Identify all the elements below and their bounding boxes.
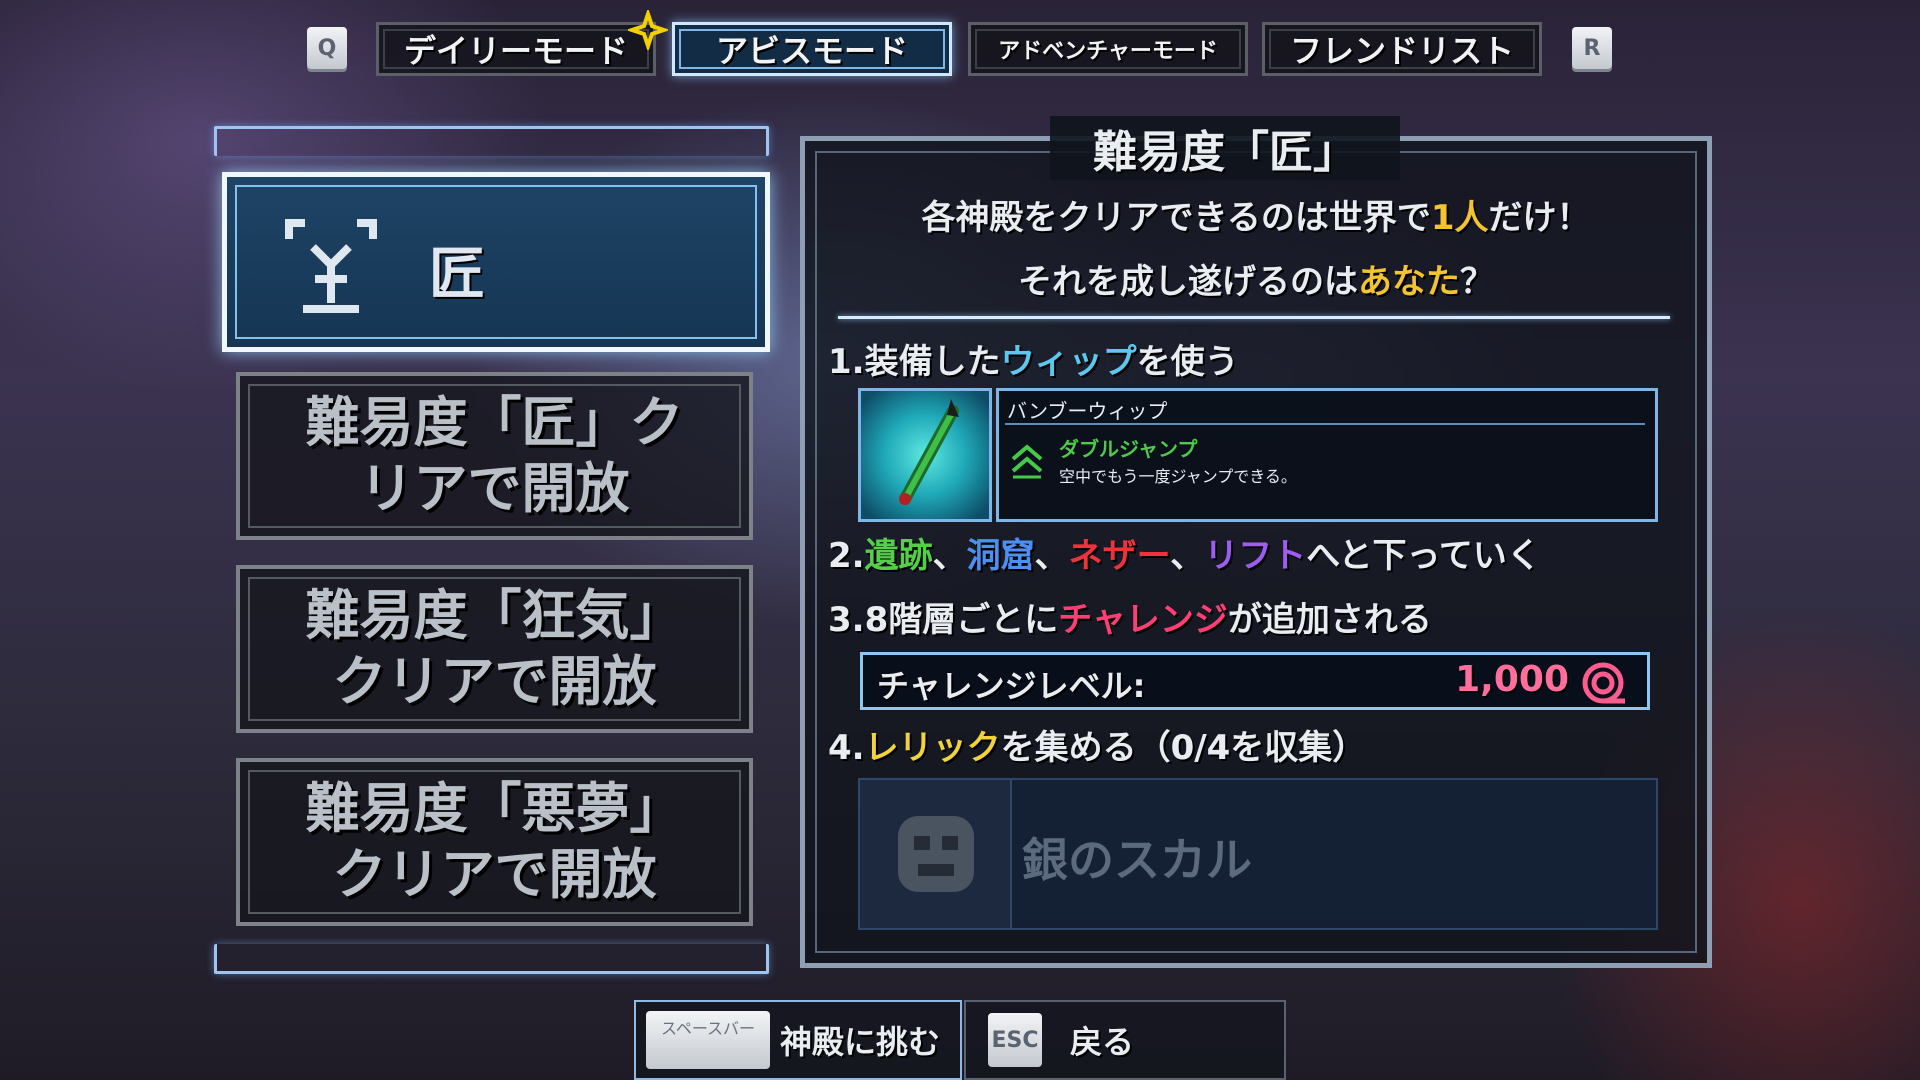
rule-3-text: 8階層ごとに — [864, 600, 1059, 640]
rule-4-number: 4. — [828, 728, 865, 768]
rule-2-rift: リフト — [1204, 536, 1307, 576]
rule-4-tail: を集める（0/4を収集） — [1000, 728, 1367, 768]
relic-name: 銀のスカル — [1022, 833, 1252, 887]
list-top-frame — [214, 126, 769, 156]
difficulty-option-locked-3[interactable]: 難易度「悪夢」 クリアで開放 — [236, 758, 753, 926]
rule-2-separator-3: 、 — [1170, 536, 1205, 576]
rule-1-tail: を使う — [1136, 342, 1239, 382]
rule-1-text: 装備した — [864, 342, 1001, 382]
difficulty-option-locked-2[interactable]: 難易度「狂気」 クリアで開放 — [236, 565, 753, 733]
difficulty-option-selected[interactable]: 匠 — [222, 172, 770, 352]
intro-line-2-text: それを成し遂げるのは — [1018, 262, 1358, 302]
locked-1-line2: リアで開放 — [359, 457, 630, 520]
locked-3-line2: クリアで開放 — [332, 843, 657, 906]
esc-key-hint: ESC — [988, 1013, 1042, 1067]
challenge-level-label: チャレンジレベル: — [877, 667, 1146, 705]
double-jump-icon — [1011, 444, 1043, 479]
skull-relic-icon — [898, 816, 974, 892]
weapon-thumbnail — [858, 388, 992, 522]
tab-friend-list[interactable]: フレンドリスト — [1262, 22, 1542, 76]
rule-4-highlight: レリック — [864, 728, 1001, 768]
rule-2-separator-2: 、 — [1034, 536, 1069, 576]
weapon-info: バンブーウィップ ダブルジャンプ 空中でもう一度ジャンプできる。 — [996, 388, 1658, 522]
weapon-info-divider — [1005, 423, 1645, 425]
intro-line-1: 各神殿をクリアできるのは世界で1人だけ！ — [800, 190, 1712, 239]
rule-2-nether: ネザー — [1068, 536, 1171, 576]
detail-divider — [838, 316, 1670, 319]
locked-1-line1: 難易度「匠」ク — [305, 391, 684, 454]
rule-1-highlight: ウィップ — [1000, 342, 1137, 382]
challenge-swirl-icon — [1582, 662, 1625, 704]
bamboo-whip-icon — [899, 399, 959, 505]
intro-line-1-tail: だけ！ — [1488, 198, 1591, 238]
difficulty-option-locked-1[interactable]: 難易度「匠」ク リアで開放 — [236, 372, 753, 540]
tab-friend-list-label: フレンドリスト — [1289, 32, 1514, 70]
rule-4: 4.レリックを集める（0/4を収集） — [828, 720, 1366, 769]
r-key-hint[interactable]: R — [1572, 27, 1612, 69]
rule-1-number: 1. — [828, 342, 865, 382]
weapon-ability-name: ダブルジャンプ — [1059, 437, 1198, 461]
detail-title: 難易度「匠」 — [1050, 116, 1400, 180]
tab-adventure-mode[interactable]: アドベンチャーモード — [968, 22, 1248, 76]
rule-2-number: 2. — [828, 536, 865, 576]
rule-2-cave: 洞窟 — [966, 536, 1035, 576]
intro-line-1-text: 各神殿をクリアできるのは世界で — [921, 198, 1431, 238]
rule-2-tail: へと下っていく — [1306, 536, 1541, 576]
challenge-level-bar: チャレンジレベル: 1,000 — [860, 652, 1650, 710]
rule-1: 1.装備したウィップを使う — [828, 334, 1239, 383]
difficulty-tier-icon — [285, 219, 377, 313]
back-label: 戻る — [1070, 1023, 1135, 1061]
sparkle-icon — [628, 10, 668, 50]
locked-2-line2: クリアで開放 — [332, 650, 657, 713]
tab-adventure-mode-label: アドベンチャーモード — [998, 39, 1218, 64]
list-bottom-frame — [214, 944, 769, 974]
weapon-ability-description: 空中でもう一度ジャンプできる。 — [1059, 467, 1297, 486]
relic-slot[interactable]: 銀のスカル — [858, 778, 1658, 930]
intro-line-1-highlight: 1人 — [1430, 198, 1489, 238]
rule-2-separator-1: 、 — [932, 536, 967, 576]
challenge-level-value: 1,000 — [1455, 659, 1569, 700]
q-key-hint[interactable]: Q — [307, 27, 347, 69]
intro-line-2-tail: ？ — [1460, 262, 1494, 302]
rule-3-tail: が追加される — [1227, 600, 1432, 640]
intro-line-2: それを成し遂げるのはあなた？ — [800, 254, 1712, 303]
rule-2-ruins: 遺跡 — [864, 536, 933, 576]
intro-line-2-highlight: あなた — [1358, 262, 1460, 302]
tab-daily-mode[interactable]: デイリーモード — [376, 22, 656, 76]
tab-abyss-mode[interactable]: アビスモード — [672, 22, 952, 76]
locked-2-line1: 難易度「狂気」 — [305, 584, 684, 647]
rule-2: 2.遺跡、洞窟、ネザー、リフトへと下っていく — [828, 528, 1541, 577]
rule-3: 3.8階層ごとにチャレンジが追加される — [828, 592, 1432, 641]
locked-3-line1: 難易度「悪夢」 — [305, 777, 684, 840]
weapon-name: バンブーウィップ — [1007, 399, 1168, 423]
rule-3-highlight: チャレンジ — [1058, 600, 1228, 640]
challenge-temple-label: 神殿に挑む — [780, 1023, 941, 1061]
equipped-weapon-card[interactable]: バンブーウィップ ダブルジャンプ 空中でもう一度ジャンプできる。 — [858, 388, 1658, 522]
back-button[interactable]: ESC 戻る — [964, 1000, 1286, 1080]
tab-daily-mode-label: デイリーモード — [403, 32, 628, 70]
challenge-temple-button[interactable]: スペースバー 神殿に挑む — [634, 1000, 962, 1080]
rule-3-number: 3. — [828, 600, 865, 640]
relic-thumbnail — [860, 780, 1012, 928]
spacebar-key-hint: スペースバー — [646, 1011, 770, 1069]
difficulty-option-selected-label: 匠 — [429, 242, 485, 307]
tab-abyss-mode-label: アビスモード — [715, 32, 908, 70]
